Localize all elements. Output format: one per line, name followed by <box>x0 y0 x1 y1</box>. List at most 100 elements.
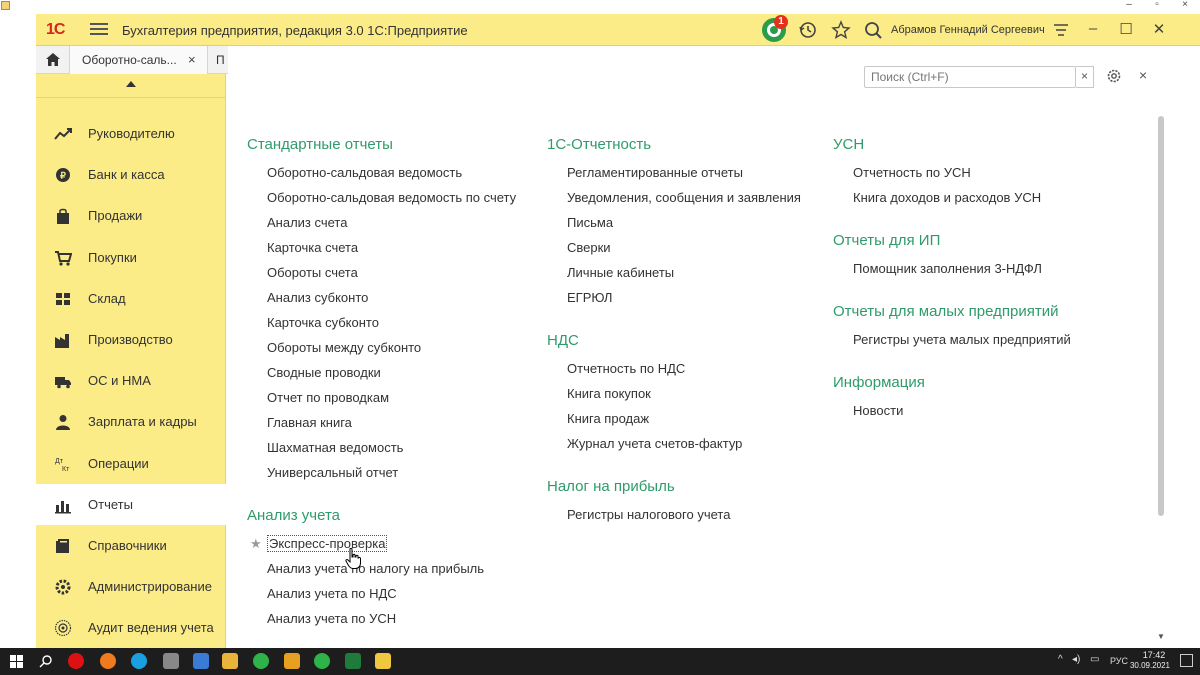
report-link[interactable]: Книга доходов и расходов УСН <box>833 185 1071 210</box>
sidebar-item[interactable]: ОС и НМА <box>36 360 226 401</box>
speaker-icon[interactable]: ◂) <box>1072 654 1080 665</box>
report-link[interactable]: Анализ субконто <box>247 285 516 310</box>
sidebar-item[interactable]: Аудит ведения учета <box>36 607 226 648</box>
user-name[interactable]: Абрамов Геннадий Сергеевич <box>891 24 1045 36</box>
report-link[interactable]: Анализ счета <box>247 210 516 235</box>
report-link[interactable]: Помощник заполнения 3-НДФЛ <box>833 256 1071 281</box>
report-link[interactable]: Книга покупок <box>547 381 801 406</box>
report-link[interactable]: Универсальный отчет <box>247 460 516 485</box>
sidebar-item[interactable]: Руководителю <box>36 113 226 154</box>
close-button[interactable]: ✕ <box>1149 20 1169 38</box>
clock-time[interactable]: 17:42 <box>1136 650 1172 660</box>
taskbar-search-icon[interactable] <box>39 654 53 668</box>
report-link[interactable]: Регистры налогового учета <box>547 502 801 527</box>
report-link[interactable]: Регламентированные отчеты <box>547 160 801 185</box>
firefox-icon[interactable] <box>100 653 116 669</box>
report-link-label: Книга продаж <box>567 411 650 426</box>
report-link[interactable]: Обороты между субконто <box>247 335 516 360</box>
skype-icon[interactable] <box>131 653 147 669</box>
sidebar-item[interactable]: Администрирование <box>36 566 226 607</box>
search-input[interactable] <box>864 66 1076 88</box>
report-link[interactable]: Отчетность по НДС <box>547 356 801 381</box>
scrollbar-thumb[interactable] <box>1158 116 1164 516</box>
minimize-button[interactable]: – <box>1083 20 1103 37</box>
panel-close-icon[interactable]: × <box>1139 67 1147 83</box>
hand-cursor-icon <box>345 548 361 569</box>
maximize-button[interactable]: ☐ <box>1116 20 1136 38</box>
tab-close-icon[interactable]: × <box>188 52 196 67</box>
report-link[interactable]: Оборотно-сальдовая ведомость по счету <box>247 185 516 210</box>
sidebar-scroll-up-icon[interactable] <box>36 74 226 98</box>
report-link[interactable]: Книга продаж <box>547 406 801 431</box>
sidebar-item[interactable]: Покупки <box>36 237 226 278</box>
gear-icon <box>55 579 71 595</box>
host-minimize-button[interactable]: – <box>1122 0 1136 10</box>
report-link[interactable]: Анализ учета по налогу на прибыль <box>247 556 516 581</box>
report-link[interactable]: Отчет по проводкам <box>247 385 516 410</box>
report-link[interactable]: ЕГРЮЛ <box>547 285 801 310</box>
network-icon[interactable]: ▭ <box>1090 654 1099 665</box>
report-link[interactable]: Уведомления, сообщения и заявления <box>547 185 801 210</box>
report-link[interactable]: Журнал учета счетов-фактур <box>547 431 801 456</box>
section-title-usn: УСН <box>833 136 865 153</box>
star-icon[interactable] <box>830 19 852 41</box>
tab-osv[interactable]: Оборотно-саль... × <box>70 46 208 74</box>
report-link[interactable]: Главная книга <box>247 410 516 435</box>
main-menu-icon[interactable] <box>90 20 108 38</box>
report-link[interactable]: Письма <box>547 210 801 235</box>
vertical-scrollbar[interactable] <box>1157 108 1165 630</box>
tab-p[interactable]: П <box>208 46 228 74</box>
sidebar-item[interactable]: Склад <box>36 278 226 319</box>
shopping-bag-icon <box>57 209 69 225</box>
home-tab[interactable] <box>36 46 70 74</box>
report-link[interactable]: Оборотно-сальдовая ведомость <box>247 160 516 185</box>
sidebar-item[interactable]: Зарплата и кадры <box>36 401 226 442</box>
search-clear-icon[interactable]: × <box>1076 66 1094 88</box>
action-center-icon[interactable] <box>1180 654 1193 667</box>
report-link[interactable]: Карточка субконто <box>247 310 516 335</box>
report-link[interactable]: Регистры учета малых предприятий <box>833 327 1071 352</box>
report-link[interactable]: Сверки <box>547 235 801 260</box>
taskbar-app-icon[interactable] <box>193 653 209 669</box>
chrome-icon[interactable] <box>253 653 269 669</box>
tray-chevron-icon[interactable]: ^ <box>1058 654 1063 665</box>
host-close-button[interactable]: × <box>1178 0 1192 10</box>
windows-taskbar: ^ ◂) ▭ РУС 17:42 30.09.2021 <box>0 648 1200 675</box>
sidebar-item[interactable]: Справочники <box>36 525 226 566</box>
report-link[interactable]: Обороты счета <box>247 260 516 285</box>
report-link[interactable]: Новости <box>833 398 1071 423</box>
media-player-icon[interactable] <box>284 653 300 669</box>
book-icon <box>56 539 69 553</box>
settings-menu-icon[interactable] <box>1050 19 1072 41</box>
report-link[interactable]: Анализ учета по НДС <box>247 581 516 606</box>
sidebar-item[interactable]: Дт Кт Операции <box>36 443 226 484</box>
sidebar-item[interactable]: Производство <box>36 319 226 360</box>
sidebar-item[interactable]: Продажи <box>36 195 226 236</box>
sidebar-item[interactable]: ₽ Банк и касса <box>36 154 226 195</box>
favorite-star-icon[interactable]: ★ <box>250 531 262 556</box>
search-icon[interactable] <box>862 19 884 41</box>
excel-icon[interactable] <box>345 653 361 669</box>
chrome-icon[interactable] <box>314 653 330 669</box>
onec-icon[interactable] <box>375 653 391 669</box>
gear-icon[interactable] <box>1105 67 1123 85</box>
history-icon[interactable] <box>797 19 819 41</box>
report-link[interactable]: Отчетность по УСН <box>833 160 1071 185</box>
opera-icon[interactable] <box>68 653 84 669</box>
clock-date[interactable]: 30.09.2021 <box>1128 661 1172 670</box>
file-explorer-icon[interactable] <box>222 653 238 669</box>
column-usn: УСН Отчетность по УСН Книга доходов и рас… <box>833 132 1071 423</box>
report-link[interactable]: ★ Экспресс-проверка <box>247 531 516 556</box>
report-link[interactable]: Сводные проводки <box>247 360 516 385</box>
taskbar-app-icon[interactable] <box>163 653 179 669</box>
report-link-label: Книга покупок <box>567 386 651 401</box>
report-link[interactable]: Анализ учета по УСН <box>247 606 516 631</box>
windows-start-icon[interactable] <box>10 655 23 668</box>
scroll-down-icon[interactable]: ▼ <box>1157 632 1165 641</box>
report-link[interactable]: Карточка счета <box>247 235 516 260</box>
report-link[interactable]: Личные кабинеты <box>547 260 801 285</box>
report-link[interactable]: Шахматная ведомость <box>247 435 516 460</box>
sidebar-item[interactable]: Отчеты <box>36 483 226 525</box>
host-restore-button[interactable]: ▫ <box>1150 0 1164 10</box>
keyboard-language[interactable]: РУС <box>1110 656 1128 666</box>
